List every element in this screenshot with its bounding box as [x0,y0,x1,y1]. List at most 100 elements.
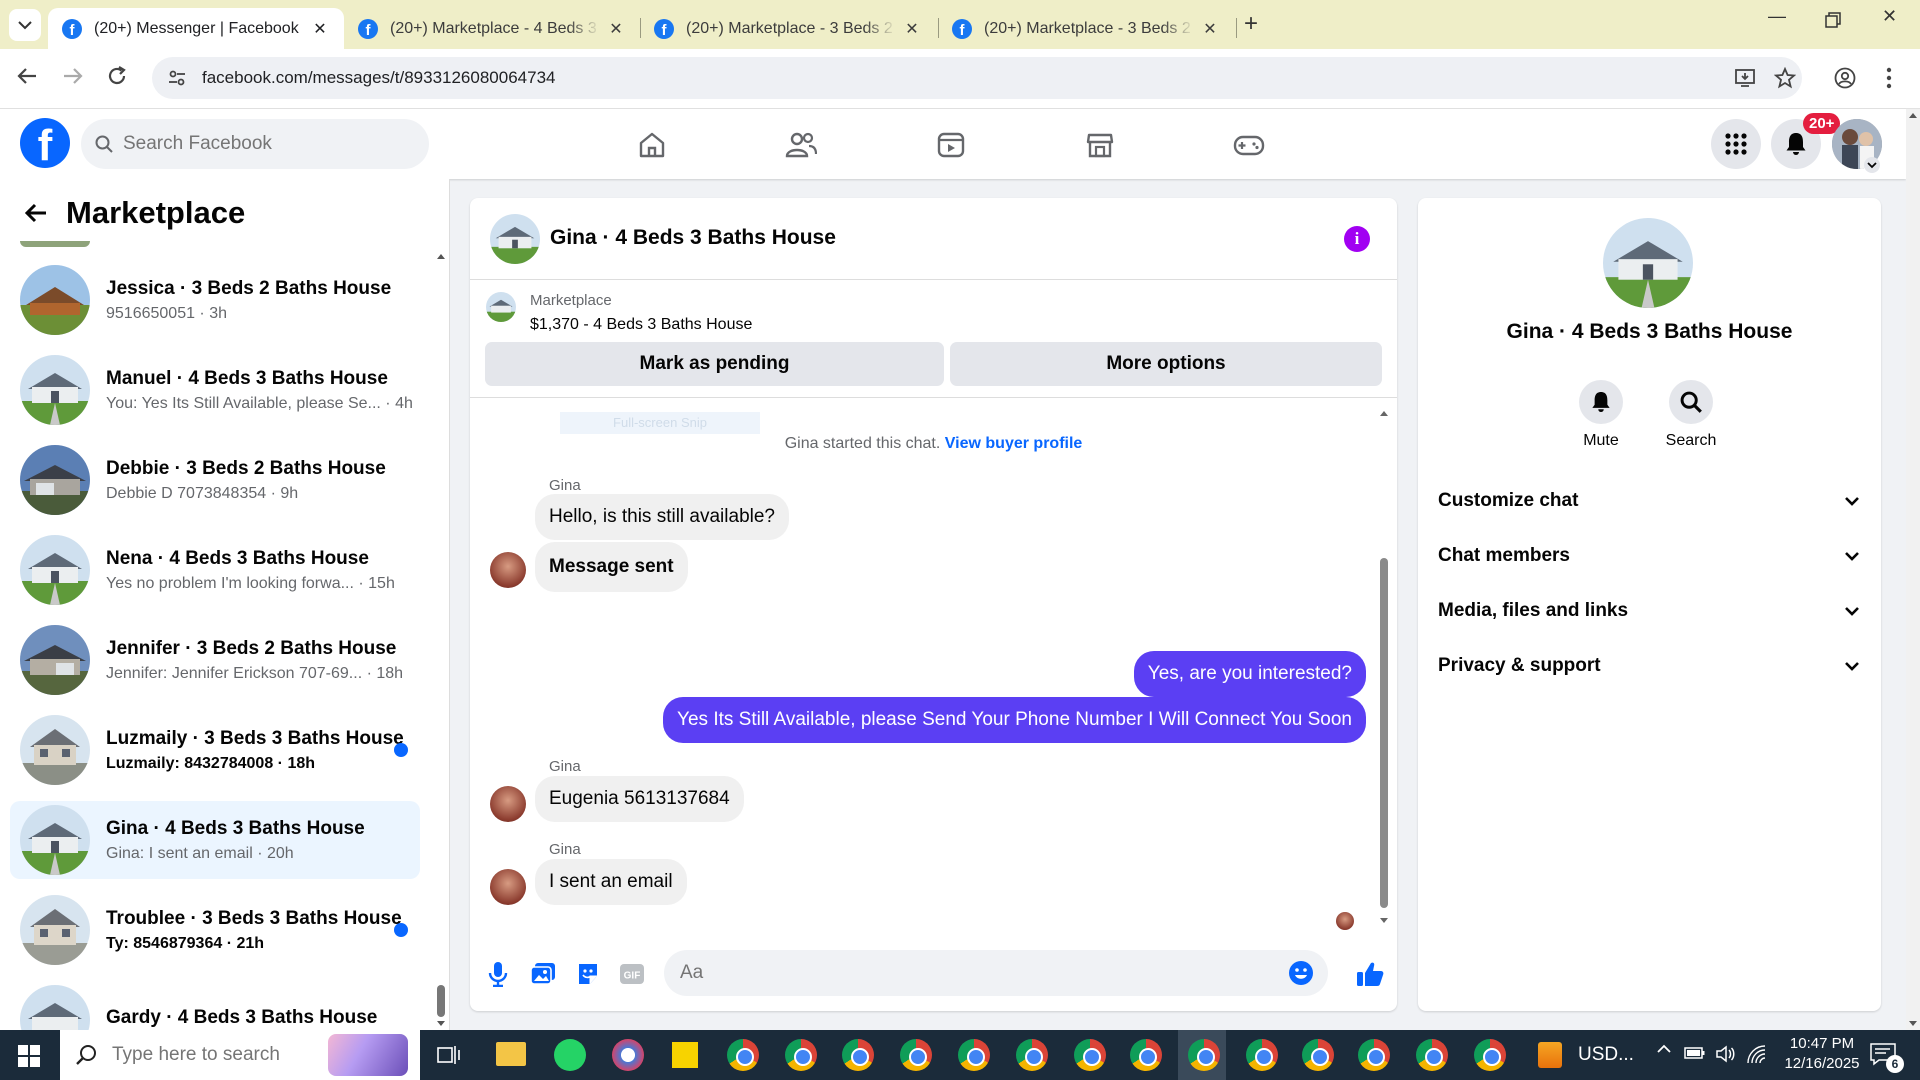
conversation-item-luzmaily[interactable]: Luzmaily · 3 Beds 3 Baths House Luzmaily:… [10,711,420,789]
message-bubble-incoming[interactable]: Eugenia 5613137684 [535,776,744,822]
gif-icon[interactable]: GIF [616,958,648,990]
install-app-icon[interactable] [1734,67,1756,89]
chrome-profile-5-icon[interactable] [958,1039,990,1071]
minimize-icon[interactable]: — [1768,6,1786,27]
conversation-item-nena[interactable]: Nena · 4 Beds 3 Baths House Yes no proble… [10,531,420,609]
paint-app-icon[interactable] [612,1039,644,1071]
search-action[interactable]: Search [1651,380,1731,450]
file-explorer-icon[interactable] [496,1042,526,1066]
message-input[interactable] [680,962,1240,984]
profile-icon[interactable] [1834,67,1856,89]
more-options-button[interactable]: More options [950,342,1382,386]
chrome-profile-7-icon[interactable] [1074,1039,1106,1071]
site-settings-icon[interactable] [168,70,186,86]
sender-avatar[interactable] [490,869,526,905]
menu-grid-icon[interactable] [1711,119,1761,169]
video-icon[interactable] [929,123,973,167]
sidebar-scrollbar[interactable] [436,249,446,1029]
close-window-icon[interactable]: ✕ [1882,6,1897,27]
message-bubble-incoming[interactable]: Message sent [535,542,688,592]
conversation-item-gardy[interactable]: Gardy · 4 Beds 3 Baths House [10,981,420,1030]
chrome-profile-1-icon[interactable] [727,1039,759,1071]
chrome-profile-4-icon[interactable] [900,1039,932,1071]
conversation-item-gina[interactable]: Gina · 4 Beds 3 Baths House Gina: I sent … [10,801,420,879]
mute-action[interactable]: Mute [1561,380,1641,450]
back-arrow-icon[interactable] [24,202,48,224]
tab-search-button[interactable] [9,9,41,41]
friends-icon[interactable] [779,123,823,167]
taskbar-search-input[interactable] [112,1044,312,1066]
close-tab-icon[interactable]: ✕ [310,19,330,39]
browser-tab-marketplace-2[interactable]: f (20+) Marketplace - 3 Beds 2 B ✕ [640,8,936,49]
clock[interactable]: 10:47 PM 12/16/2025 [1780,1035,1864,1072]
section-media-files-links[interactable]: Media, files and links [1438,591,1860,631]
emoji-icon[interactable] [1288,960,1314,986]
browser-menu-icon[interactable] [1886,67,1892,89]
chat-title[interactable]: Gina · 4 Beds 3 Baths House [550,226,836,250]
section-customize-chat[interactable]: Customize chat [1438,481,1860,521]
close-tab-icon[interactable]: ✕ [606,19,626,39]
sticky-notes-icon[interactable] [672,1042,698,1068]
reload-icon[interactable] [106,65,128,87]
view-buyer-profile-link[interactable]: View buyer profile [945,435,1083,452]
task-view-icon[interactable] [437,1044,461,1066]
windows-start-icon[interactable] [18,1045,40,1067]
close-tab-icon[interactable]: ✕ [902,19,922,39]
details-listing-photo[interactable] [1603,218,1693,308]
message-bubble-incoming[interactable]: I sent an email [535,859,687,905]
restore-icon[interactable] [1825,12,1841,28]
currency-ticker-text[interactable]: USD... [1578,1044,1634,1066]
account-chevron-icon[interactable] [1864,157,1880,173]
conversation-item-debbie[interactable]: Debbie · 3 Beds 2 Baths House Debbie D 70… [10,441,420,519]
conversation-info-icon[interactable]: i [1344,226,1370,252]
chrome-profile-2-icon[interactable] [785,1039,817,1071]
conversation-item-manuel[interactable]: Manuel · 4 Beds 3 Baths House You: Yes It… [10,351,420,429]
chrome-active-icon[interactable] [1188,1039,1220,1071]
conversation-item-jennifer[interactable]: Jennifer · 3 Beds 2 Baths House Jennifer:… [10,621,420,699]
omnibox[interactable]: facebook.com/messages/t/8933126080064734 [152,57,1802,99]
gaming-icon[interactable] [1227,123,1271,167]
section-chat-members[interactable]: Chat members [1438,536,1860,576]
search-icon[interactable] [1669,380,1713,424]
close-tab-icon[interactable]: ✕ [1200,19,1220,39]
message-bubble-outgoing[interactable]: Yes, are you interested? [1133,651,1366,697]
new-tab-button[interactable]: + [1244,10,1258,38]
conversation-item-jessica[interactable]: Jessica · 3 Beds 2 Baths House 9516650051… [10,261,420,339]
chrome-profile-3-icon[interactable] [842,1039,874,1071]
listing-price[interactable]: $1,370 - 4 Beds 3 Baths House [530,316,752,334]
chrome-profile-10-icon[interactable] [1302,1039,1334,1071]
conversation-item-troublee[interactable]: Troublee · 3 Beds 3 Baths House Ty: 85468… [10,891,420,969]
photo-attach-icon[interactable] [527,958,559,990]
volume-icon[interactable] [1716,1045,1736,1063]
chrome-profile-12-icon[interactable] [1416,1039,1448,1071]
chrome-profile-11-icon[interactable] [1358,1039,1390,1071]
url-text[interactable]: facebook.com/messages/t/8933126080064734 [202,68,555,88]
currency-ticker-icon[interactable] [1538,1042,1562,1068]
mark-as-pending-button[interactable]: Mark as pending [485,342,944,386]
message-bubble-outgoing[interactable]: Yes Its Still Available, please Send You… [663,697,1366,743]
taskbar-search[interactable] [60,1030,420,1080]
sticker-icon[interactable] [572,958,604,990]
chrome-profile-9-icon[interactable] [1246,1039,1278,1071]
bookmark-star-icon[interactable] [1774,67,1796,89]
browser-tab-marketplace-1[interactable]: f (20+) Marketplace - 4 Beds 3 B ✕ [344,8,640,49]
sender-avatar[interactable] [490,786,526,822]
chrome-profile-13-icon[interactable] [1474,1039,1506,1071]
forward-icon[interactable] [62,65,84,87]
chrome-profile-6-icon[interactable] [1016,1039,1048,1071]
facebook-search-input[interactable] [123,133,383,155]
chat-scrollbar[interactable] [1378,408,1390,928]
home-icon[interactable] [630,123,674,167]
microphone-icon[interactable] [482,958,514,990]
whatsapp-icon[interactable] [554,1039,586,1071]
facebook-search[interactable] [81,119,429,169]
page-scrollbar[interactable] [1906,109,1920,1030]
message-input-box[interactable] [664,950,1328,996]
facebook-logo-icon[interactable]: f [20,118,70,168]
network-icon[interactable] [1746,1044,1768,1064]
chat-listing-photo[interactable] [490,214,540,264]
sender-avatar[interactable] [490,552,526,588]
tray-chevron-up-icon[interactable] [1656,1044,1672,1054]
message-bubble-incoming[interactable]: Hello, is this still available? [535,494,789,540]
chrome-profile-8-icon[interactable] [1130,1039,1162,1071]
